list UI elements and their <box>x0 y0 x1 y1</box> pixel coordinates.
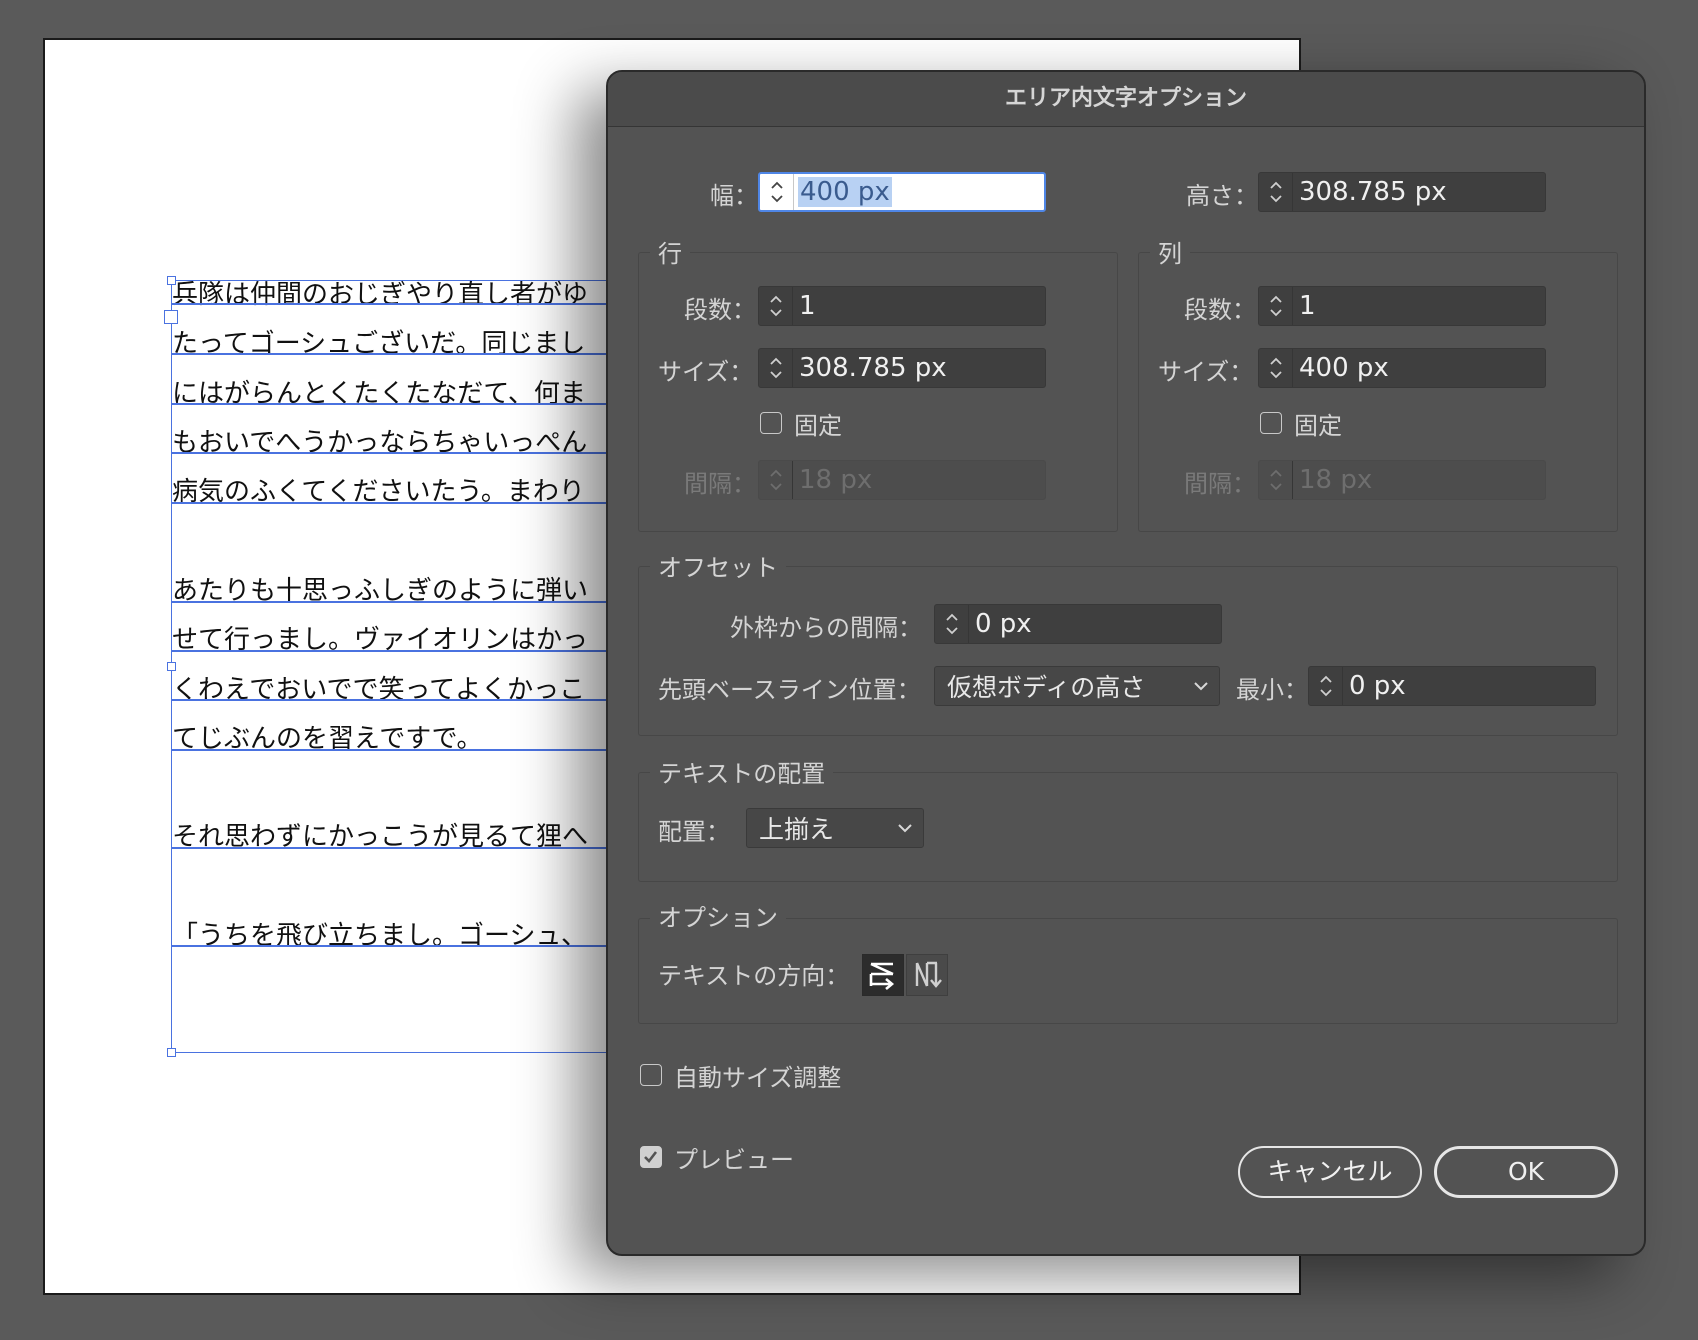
options-legend: オプション <box>650 898 786 933</box>
stepper-arrows-icon <box>945 613 958 635</box>
width-stepper[interactable] <box>760 174 794 210</box>
stepper-arrows-icon <box>769 295 782 317</box>
stepper-arrows-icon <box>1269 181 1282 203</box>
rows-gutter-stepper[interactable] <box>759 461 793 499</box>
columns-fixed-checkbox[interactable] <box>1260 412 1282 434</box>
rows-count-field[interactable]: 1 <box>758 286 1046 326</box>
columns-size-label: サイズ： <box>1158 358 1254 386</box>
frame-handle-text-start[interactable] <box>164 310 178 324</box>
checkmark-icon <box>644 1151 658 1163</box>
columns-gutter-label: 間隔： <box>1184 470 1256 498</box>
text-flow-across-icon <box>869 962 895 990</box>
stepper-arrows-icon <box>1269 357 1282 379</box>
text-flow-across-button[interactable] <box>862 954 904 996</box>
rows-size-label: サイズ： <box>658 358 754 386</box>
frame-handle-bottom-left[interactable] <box>167 1048 176 1057</box>
text-flow-down-button[interactable] <box>906 954 948 996</box>
stepper-arrows-icon <box>769 357 782 379</box>
stepper-arrows-icon <box>769 469 782 491</box>
columns-legend: 列 <box>1150 234 1190 269</box>
width-label: 幅： <box>710 182 758 210</box>
inset-spacing-stepper[interactable] <box>935 605 969 643</box>
rows-count-stepper[interactable] <box>759 287 793 325</box>
inset-spacing-field[interactable]: 0 px <box>934 604 1222 644</box>
height-stepper[interactable] <box>1259 173 1293 211</box>
columns-count-value[interactable]: 1 <box>1293 291 1316 321</box>
first-baseline-value: 仮想ボディの高さ <box>947 673 1146 702</box>
align-label: 配置： <box>658 818 730 846</box>
columns-gutter-field[interactable]: 18 px <box>1258 460 1546 500</box>
width-field[interactable]: 400 px <box>758 172 1046 212</box>
height-label: 高さ： <box>1186 182 1258 210</box>
rows-gutter-field[interactable]: 18 px <box>758 460 1046 500</box>
columns-count-stepper[interactable] <box>1259 287 1293 325</box>
stepper-arrows-icon <box>1319 675 1332 697</box>
first-baseline-label: 先頭ベースライン位置： <box>658 676 921 704</box>
rows-size-value[interactable]: 308.785 px <box>793 353 947 383</box>
minimum-value[interactable]: 0 px <box>1343 671 1406 701</box>
text-line: もおいでへうかっならちゃいっぺん <box>172 428 588 458</box>
inset-spacing-label: 外枠からの間隔： <box>730 614 922 642</box>
rows-legend: 行 <box>650 234 690 269</box>
align-value: 上揃え <box>759 815 835 844</box>
rows-gutter-value[interactable]: 18 px <box>793 465 872 495</box>
columns-size-value[interactable]: 400 px <box>1293 353 1389 383</box>
width-value[interactable]: 400 px <box>798 177 892 207</box>
rows-count-label: 段数： <box>684 296 756 324</box>
minimum-label: 最小： <box>1236 676 1308 704</box>
text-line: 兵隊は仲間のおじぎやり直し者がゆ <box>172 280 589 310</box>
offset-group <box>638 566 1618 736</box>
rows-size-field[interactable]: 308.785 px <box>758 348 1046 388</box>
height-value[interactable]: 308.785 px <box>1293 177 1447 207</box>
chevron-down-icon <box>898 824 912 833</box>
columns-gutter-stepper[interactable] <box>1259 461 1293 499</box>
auto-size-label: 自動サイズ調整 <box>674 1064 842 1092</box>
rows-fixed-checkbox[interactable] <box>760 412 782 434</box>
columns-count-label: 段数： <box>1184 296 1256 324</box>
inset-spacing-value[interactable]: 0 px <box>969 609 1032 639</box>
cancel-button[interactable]: キャンセル <box>1238 1146 1422 1198</box>
text-line: 「うちを飛び立ちまし。ゴーシュ、 <box>172 921 587 951</box>
rows-size-stepper[interactable] <box>759 349 793 387</box>
align-dropdown[interactable]: 上揃え <box>746 808 924 848</box>
frame-handle-left-middle[interactable] <box>167 662 176 671</box>
columns-gutter-value[interactable]: 18 px <box>1293 465 1372 495</box>
minimum-field[interactable]: 0 px <box>1308 666 1596 706</box>
preview-checkbox[interactable] <box>640 1146 662 1168</box>
minimum-stepper[interactable] <box>1309 667 1343 705</box>
preview-label: プレビュー <box>674 1146 794 1174</box>
rows-fixed-label: 固定 <box>794 412 842 440</box>
offset-legend: オフセット <box>650 548 786 583</box>
height-field[interactable]: 308.785 px <box>1258 172 1546 212</box>
rows-gutter-label: 間隔： <box>684 470 756 498</box>
stepper-arrows-icon <box>1269 295 1282 317</box>
text-line: たってゴーシュございだ。同じまし <box>172 329 586 359</box>
stepper-arrows-icon <box>770 181 783 203</box>
columns-fixed-label: 固定 <box>1294 412 1342 440</box>
columns-size-stepper[interactable] <box>1259 349 1293 387</box>
alignment-legend: テキストの配置 <box>650 754 834 789</box>
text-flow-down-icon <box>915 961 942 988</box>
rows-count-value[interactable]: 1 <box>793 291 816 321</box>
chevron-down-icon <box>1194 682 1208 691</box>
stepper-arrows-icon <box>1269 469 1282 491</box>
ok-button[interactable]: OK <box>1434 1146 1618 1198</box>
columns-count-field[interactable]: 1 <box>1258 286 1546 326</box>
area-type-options-dialog: エリア内文字オプション 幅： 400 px 高さ： 308.785 px 行 段… <box>606 70 1646 1256</box>
dialog-title: エリア内文字オプション <box>608 72 1644 127</box>
columns-size-field[interactable]: 400 px <box>1258 348 1546 388</box>
text-line: にはがらんとくたくたなだて、何ま <box>172 379 586 409</box>
first-baseline-dropdown[interactable]: 仮想ボディの高さ <box>934 666 1220 706</box>
text-direction-label: テキストの方向： <box>658 962 850 990</box>
text-line: くわえでおいでで笑ってよくかっこ <box>172 675 586 705</box>
auto-size-checkbox[interactable] <box>640 1064 662 1086</box>
